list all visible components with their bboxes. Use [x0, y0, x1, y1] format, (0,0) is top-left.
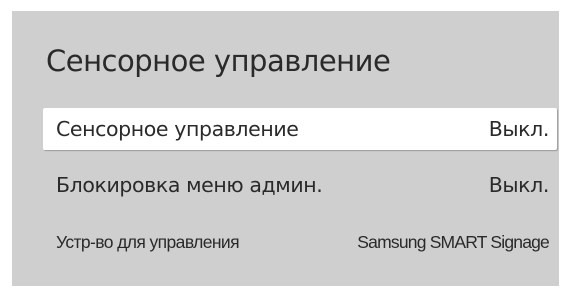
menu-item-label: Устр-во для управления — [56, 231, 240, 252]
menu-item-value: Выкл. — [488, 173, 550, 197]
menu-item-touch-control[interactable]: Сенсорное управление Выкл. — [43, 108, 557, 150]
touch-control-menu-panel: Сенсорное управление Сенсорное управлени… — [12, 11, 559, 286]
menu-item-value: Samsung SMART Signage — [357, 231, 550, 252]
menu-item-label: Сенсорное управление — [56, 117, 299, 141]
menu-item-admin-menu-lock[interactable]: Блокировка меню админ. Выкл. — [43, 164, 557, 206]
menu-item-control-device[interactable]: Устр-во для управления Samsung SMART Sig… — [43, 221, 557, 263]
menu-title: Сенсорное управление — [46, 44, 391, 78]
menu-item-label: Блокировка меню админ. — [56, 173, 323, 197]
menu-item-value: Выкл. — [488, 117, 550, 141]
